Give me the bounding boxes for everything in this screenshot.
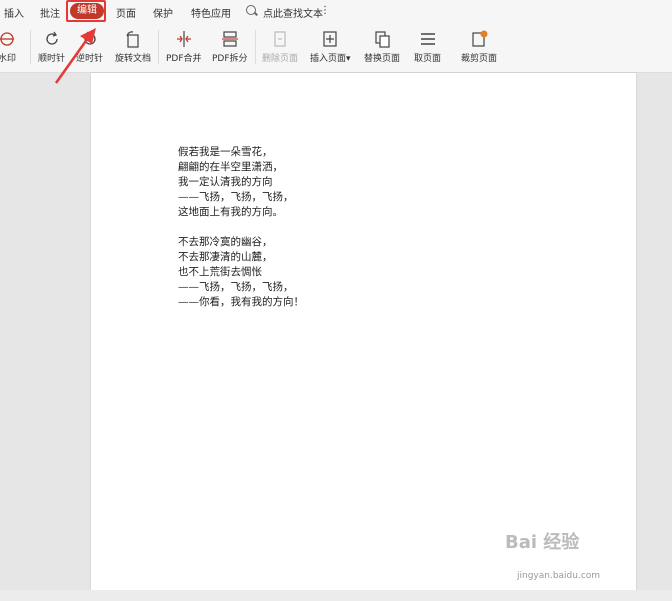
extract-page-label: 取页面	[414, 54, 442, 64]
poem-line: ——飞扬，飞扬，飞扬，	[178, 191, 294, 203]
poem-line: 我一定认清我的方向	[178, 176, 273, 188]
delete-page-button[interactable]: 删除页面	[262, 30, 298, 64]
delete-page-icon	[271, 30, 289, 48]
insert-page-label: 插入页面	[310, 54, 347, 64]
rotate-cw-label: 顺时针	[38, 54, 66, 64]
extract-page-icon	[419, 30, 437, 48]
watermark-url: jingyan.baidu.com	[517, 571, 601, 581]
rotate-doc-label: 旋转文档	[115, 54, 152, 64]
menu-protect[interactable]: 保护	[153, 5, 173, 20]
rotate-cw-button[interactable]: 顺时针	[38, 30, 65, 64]
rotate-ccw-icon	[81, 30, 99, 48]
poem-line: ——飞扬，飞扬，飞扬，	[178, 281, 294, 293]
document-text: 假若我是一朵雪花， 翩翩的在半空里潇洒， 我一定认清我的方向 ——飞扬，飞扬，飞…	[178, 145, 304, 310]
menu-special[interactable]: 特色应用	[191, 5, 231, 20]
replace-page-icon	[373, 30, 391, 48]
watermark-button[interactable]: 水印	[0, 30, 16, 64]
extract-page-button[interactable]: 取页面	[414, 30, 441, 64]
baidu-watermark: Bai 经验	[505, 532, 580, 553]
crop-page-icon	[470, 30, 488, 48]
status-bar	[0, 590, 672, 601]
poem-line: ——你看，我有我的方向！	[178, 296, 304, 308]
search-icon[interactable]	[246, 5, 256, 15]
crop-page-label: 裁剪页面	[461, 54, 498, 64]
poem-line: 不去那冷寞的幽谷，	[178, 236, 273, 248]
annotation-highlight-box	[66, 0, 106, 22]
pdf-split-button[interactable]: PDF拆分	[212, 30, 248, 64]
pdf-merge-label: PDF合并	[166, 54, 202, 64]
poem-line: 翩翩的在半空里潇洒，	[178, 161, 283, 173]
rotate-doc-icon	[124, 30, 142, 48]
pdf-merge-icon	[175, 30, 193, 48]
search-label[interactable]: 点此查找文本	[263, 5, 323, 20]
more-icon[interactable]: ⋮	[320, 5, 330, 16]
insert-page-button[interactable]: 插入页面▾	[310, 30, 351, 64]
pdf-merge-button[interactable]: PDF合并	[166, 30, 202, 64]
insert-page-icon	[321, 30, 339, 48]
divider	[255, 30, 256, 64]
document-page	[91, 73, 636, 601]
menu-insert[interactable]: 插入	[4, 5, 24, 20]
rotate-doc-button[interactable]: 旋转文档	[115, 30, 151, 64]
poem-line: 不去那凄清的山麓，	[178, 251, 273, 263]
rotate-ccw-button[interactable]: 逆时针	[76, 30, 103, 64]
poem-line: 也不上荒街去惆怅	[178, 266, 262, 278]
replace-page-label: 替换页面	[364, 54, 401, 64]
pdf-split-icon	[221, 30, 239, 48]
crop-page-button[interactable]: 裁剪页面	[461, 30, 497, 64]
rotate-ccw-label: 逆时针	[76, 54, 104, 64]
poem-line: 假若我是一朵雪花，	[178, 146, 273, 158]
rotate-cw-icon	[43, 30, 61, 48]
divider	[158, 30, 159, 64]
watermark-icon	[0, 30, 16, 48]
poem-line: 这地面上有我的方向。	[178, 206, 283, 218]
menu-comment[interactable]: 批注	[40, 5, 60, 20]
delete-page-label: 删除页面	[262, 54, 299, 64]
pdf-split-label: PDF拆分	[212, 54, 248, 64]
replace-page-button[interactable]: 替换页面	[364, 30, 400, 64]
watermark-label: 水印	[0, 54, 17, 64]
dropdown-arrow-icon: ▾	[346, 54, 351, 64]
divider	[30, 30, 31, 64]
stanza-gap	[178, 220, 304, 235]
menu-page[interactable]: 页面	[116, 5, 136, 20]
